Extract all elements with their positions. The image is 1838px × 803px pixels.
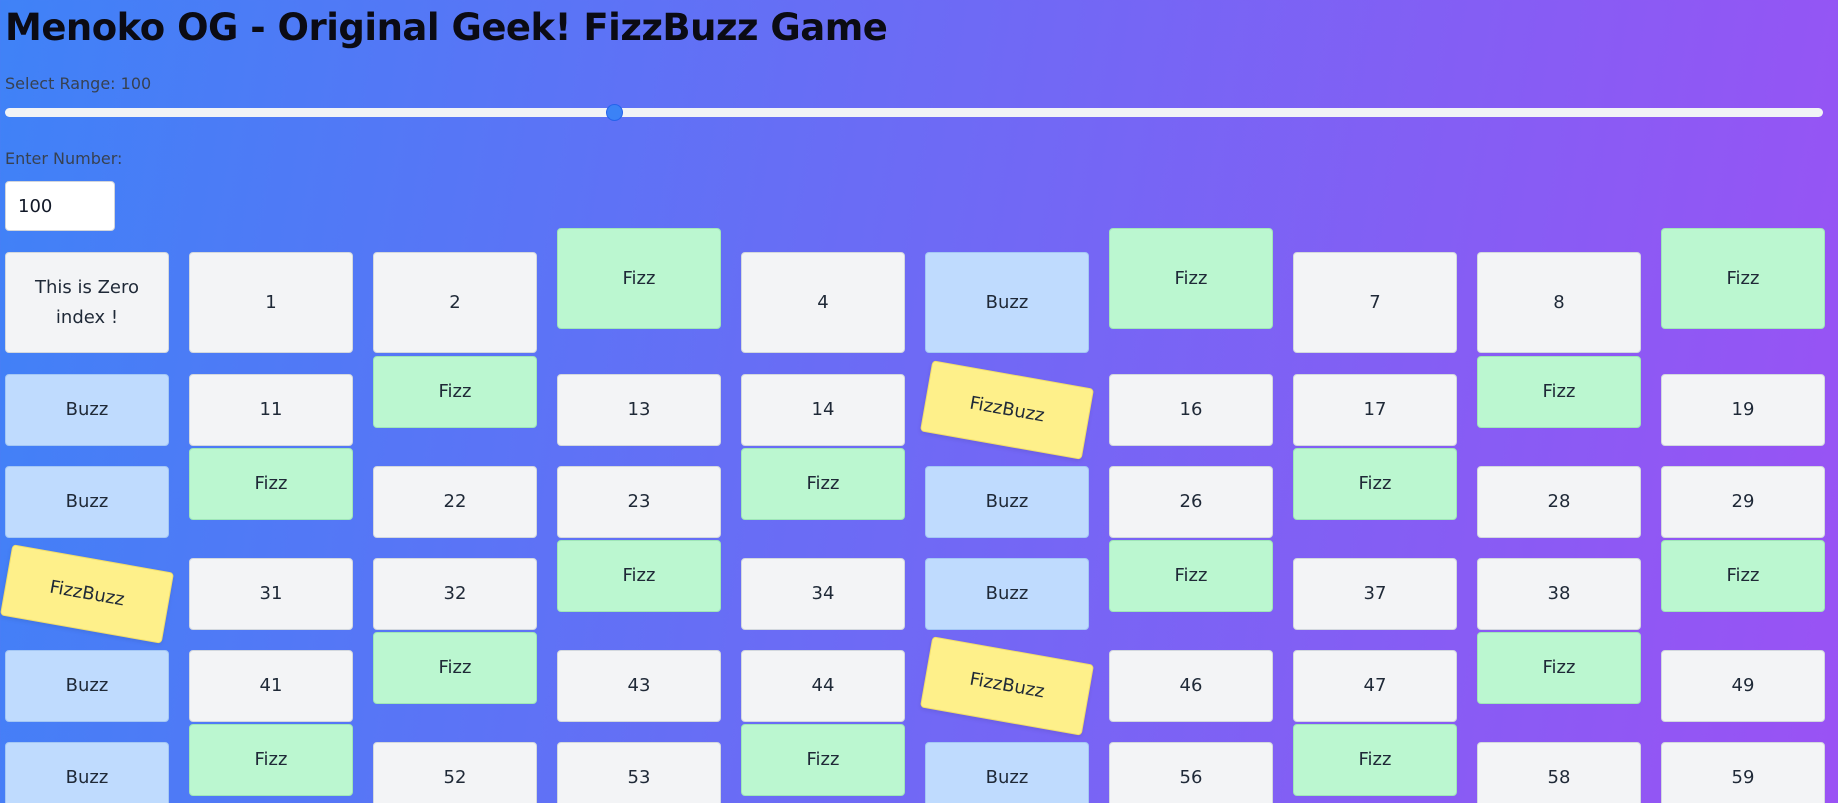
grid-cell-plain: 32 [373, 558, 537, 630]
grid-cell-fizz: Fizz [1293, 724, 1457, 796]
grid-cell-fizz: Fizz [741, 724, 905, 796]
number-input[interactable] [5, 181, 115, 231]
grid-cell-buzz: Buzz [5, 374, 169, 446]
grid-cell-plain: 4 [741, 252, 905, 353]
grid-cell-fizz: Fizz [189, 724, 353, 796]
grid-cell-plain: 31 [189, 558, 353, 630]
grid-cell-plain: 58 [1477, 742, 1641, 803]
grid-cell-buzz: Buzz [925, 466, 1089, 538]
grid-cell-fizzbuzz: FizzBuzz [0, 544, 175, 644]
grid-cell-plain: 11 [189, 374, 353, 446]
grid-cell-plain: 13 [557, 374, 721, 446]
grid-cell-plain: 29 [1661, 466, 1825, 538]
grid-cell-fizz: Fizz [557, 540, 721, 612]
grid-cell-fizz: Fizz [189, 448, 353, 520]
grid-cell-buzz: Buzz [925, 742, 1089, 803]
grid-cell-plain: 14 [741, 374, 905, 446]
grid-cell-plain: 49 [1661, 650, 1825, 722]
grid-cell-plain: 22 [373, 466, 537, 538]
number-label: Enter Number: [5, 149, 123, 168]
range-label: Select Range: 100 [5, 74, 152, 93]
range-slider-thumb[interactable] [605, 104, 623, 121]
grid-cell-plain: This is Zero index ! [5, 252, 169, 353]
grid-cell-plain: 52 [373, 742, 537, 803]
grid-cell-plain: 53 [557, 742, 721, 803]
grid-cell-plain: 28 [1477, 466, 1641, 538]
grid-cell-fizz: Fizz [1477, 356, 1641, 428]
grid-cell-plain: 41 [189, 650, 353, 722]
grid-cell-plain: 44 [741, 650, 905, 722]
grid-cell-plain: 23 [557, 466, 721, 538]
grid-cell-fizzbuzz: FizzBuzz [919, 360, 1095, 460]
grid-cell-plain: 38 [1477, 558, 1641, 630]
grid-cell-fizz: Fizz [1109, 540, 1273, 612]
grid-cell-plain: 17 [1293, 374, 1457, 446]
grid-cell-fizz: Fizz [1661, 228, 1825, 329]
grid-cell-fizz: Fizz [1109, 228, 1273, 329]
grid-cell-buzz: Buzz [5, 466, 169, 538]
grid-cell-fizz: Fizz [373, 632, 537, 704]
grid-cell-plain: 56 [1109, 742, 1273, 803]
grid-cell-buzz: Buzz [5, 742, 169, 803]
grid-cell-buzz: Buzz [925, 558, 1089, 630]
grid-cell-plain: 19 [1661, 374, 1825, 446]
grid-cell-plain: 46 [1109, 650, 1273, 722]
grid-cell-plain: 7 [1293, 252, 1457, 353]
grid-cell-fizz: Fizz [1661, 540, 1825, 612]
grid-cell-fizzbuzz: FizzBuzz [919, 636, 1095, 736]
grid-cell-buzz: Buzz [5, 650, 169, 722]
grid-cell-fizz: Fizz [1293, 448, 1457, 520]
page-title: Menoko OG - Original Geek! FizzBuzz Game [5, 6, 888, 49]
grid-cell-plain: 47 [1293, 650, 1457, 722]
grid-cell-plain: 2 [373, 252, 537, 353]
grid-cell-fizz: Fizz [557, 228, 721, 329]
grid-cell-plain: 8 [1477, 252, 1641, 353]
grid-cell-plain: 37 [1293, 558, 1457, 630]
grid-cell-plain: 16 [1109, 374, 1273, 446]
grid-cell-fizz: Fizz [1477, 632, 1641, 704]
grid-cell-plain: 34 [741, 558, 905, 630]
grid-cell-fizz: Fizz [373, 356, 537, 428]
grid-cell-buzz: Buzz [925, 252, 1089, 353]
grid-cell-plain: 1 [189, 252, 353, 353]
grid-cell-plain: 59 [1661, 742, 1825, 803]
grid-cell-plain: 26 [1109, 466, 1273, 538]
grid-cell-fizz: Fizz [741, 448, 905, 520]
grid-cell-plain: 43 [557, 650, 721, 722]
range-slider-track[interactable] [5, 108, 1823, 117]
